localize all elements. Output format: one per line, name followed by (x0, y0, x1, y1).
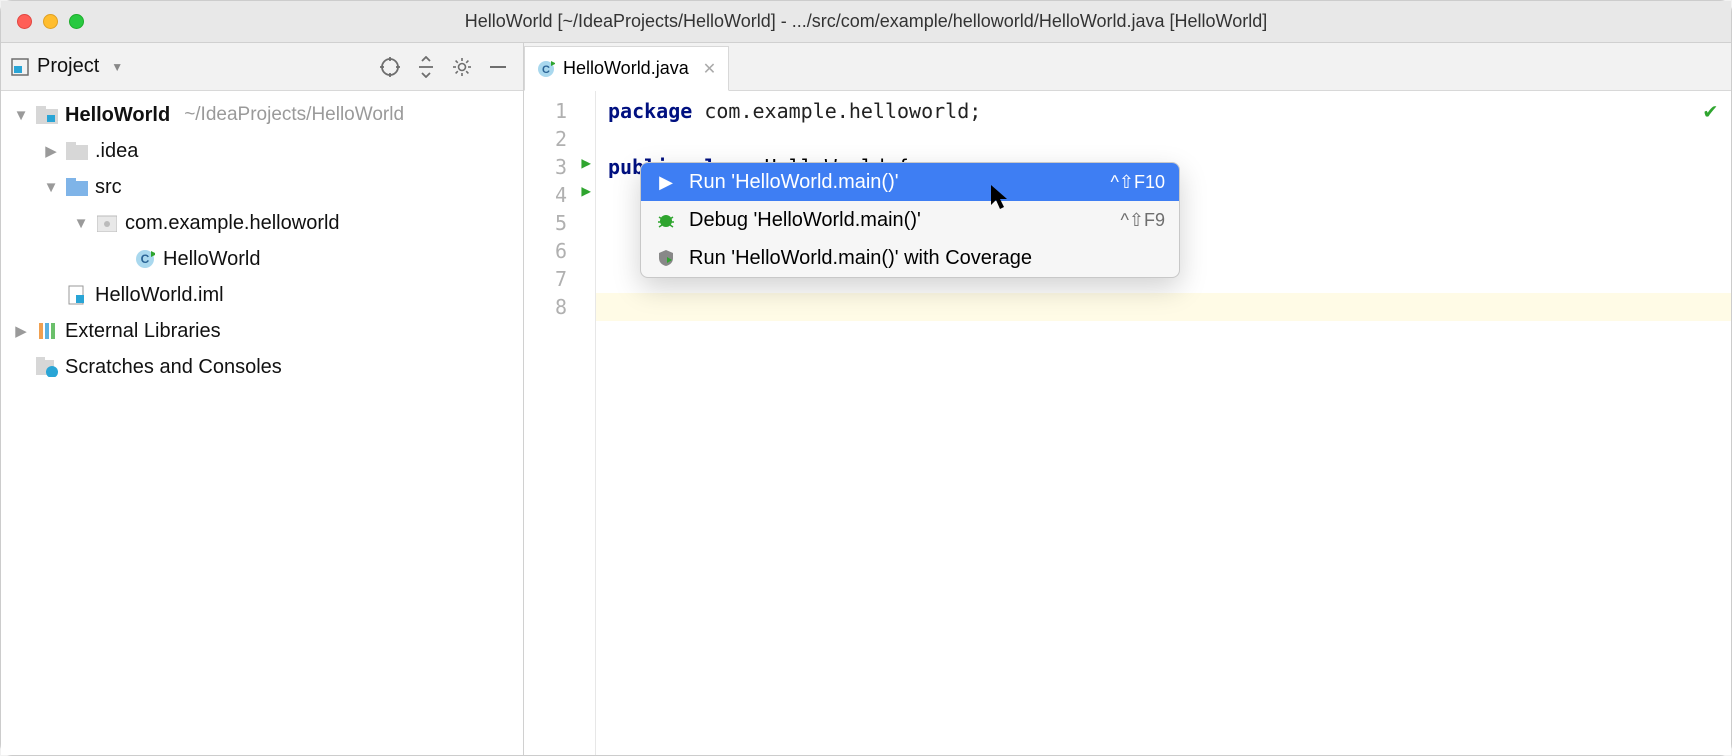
code-text: com.example.helloworld; (692, 99, 981, 123)
tree-item-idea[interactable]: ▶ .idea (1, 133, 523, 169)
libraries-icon (35, 321, 59, 341)
locate-icon[interactable] (375, 52, 405, 82)
line-number: 2 (524, 125, 567, 153)
line-number: 5 (524, 209, 567, 237)
java-class-icon: C (537, 60, 555, 78)
coverage-icon (655, 249, 677, 267)
svg-text:C: C (141, 252, 150, 266)
tree-item-label: Scratches and Consoles (65, 356, 282, 379)
java-class-icon: C (133, 249, 157, 269)
mouse-cursor-icon (991, 185, 1011, 211)
package-icon (95, 213, 119, 233)
line-number: 6 (524, 237, 567, 265)
code-content[interactable]: package com.example.helloworld; public c… (596, 91, 1731, 755)
window-minimize-button[interactable] (43, 14, 58, 29)
code-keyword: package (608, 99, 692, 123)
arrow-down-icon: ▼ (73, 215, 89, 232)
tree-root[interactable]: ▼ HelloWorld ~/IdeaProjects/HelloWorld (1, 97, 523, 133)
menu-item-label: Run 'HelloWorld.main()' with Coverage (689, 247, 1165, 270)
run-gutter-icon[interactable]: ▶ (581, 181, 591, 200)
project-panel-label: Project (37, 55, 99, 78)
expand-collapse-icon[interactable] (411, 52, 441, 82)
bug-icon (655, 211, 677, 229)
tree-root-label: HelloWorld (65, 104, 170, 127)
arrow-right-icon: ▶ (13, 322, 29, 340)
iml-file-icon (65, 285, 89, 305)
menu-item-label: Debug 'HelloWorld.main()' (689, 209, 1108, 232)
folder-icon (65, 141, 89, 161)
project-icon (11, 58, 29, 76)
editor-tab-label: HelloWorld.java (563, 58, 689, 79)
inspection-ok-icon[interactable]: ✔ (1704, 99, 1717, 124)
run-icon: ▶ (655, 172, 677, 193)
menu-item-shortcut: ^⇧F10 (1110, 172, 1165, 193)
tree-item-scratches[interactable]: Scratches and Consoles (1, 349, 523, 385)
line-number: 1 (524, 97, 567, 125)
line-number: 8 (524, 293, 567, 321)
project-panel: Project ▼ ▼ HelloWorld (1, 43, 524, 755)
editor-tab[interactable]: C HelloWorld.java ✕ (524, 46, 729, 91)
tree-item-iml[interactable]: HelloWorld.iml (1, 277, 523, 313)
tree-item-external-libraries[interactable]: ▶ External Libraries (1, 313, 523, 349)
svg-text:C: C (542, 64, 550, 76)
menu-item-label: Run 'HelloWorld.main()' (689, 171, 1098, 194)
project-panel-title[interactable]: Project ▼ (11, 55, 123, 78)
tree-item-label: External Libraries (65, 320, 221, 343)
arrow-right-icon: ▶ (43, 142, 59, 160)
code-editor[interactable]: 1 2 3 4 5 6 7 8 ▶ ▶ package com.example.… (524, 91, 1731, 755)
editor-gutter: 1 2 3 4 5 6 7 8 ▶ ▶ (524, 91, 596, 755)
menu-item-shortcut: ^⇧F9 (1120, 210, 1165, 231)
tree-item-label: com.example.helloworld (125, 212, 340, 235)
arrow-down-icon: ▼ (43, 179, 59, 196)
chevron-down-icon: ▼ (111, 60, 123, 74)
editor-area: C HelloWorld.java ✕ 1 2 3 4 5 6 7 8 ▶ ▶ (524, 43, 1731, 755)
tree-item-class[interactable]: C HelloWorld (1, 241, 523, 277)
project-panel-header: Project ▼ (1, 43, 523, 91)
window-close-button[interactable] (17, 14, 32, 29)
context-menu: ▶ Run 'HelloWorld.main()' ^⇧F10 Debug 'H… (640, 162, 1180, 278)
arrow-down-icon: ▼ (13, 107, 29, 124)
menu-item-run-coverage[interactable]: Run 'HelloWorld.main()' with Coverage (641, 239, 1179, 277)
tree-root-path: ~/IdeaProjects/HelloWorld (184, 104, 404, 126)
menu-item-debug[interactable]: Debug 'HelloWorld.main()' ^⇧F9 (641, 201, 1179, 239)
run-gutter-icon[interactable]: ▶ (581, 153, 591, 172)
line-number: 4 (524, 181, 567, 209)
tree-item-src[interactable]: ▼ src (1, 169, 523, 205)
tab-close-icon[interactable]: ✕ (703, 59, 716, 79)
module-folder-icon (35, 105, 59, 125)
tree-item-label: src (95, 176, 122, 199)
scratches-icon (35, 357, 59, 377)
window-title: HelloWorld [~/IdeaProjects/HelloWorld] -… (465, 11, 1267, 32)
window-maximize-button[interactable] (69, 14, 84, 29)
tree-item-label: HelloWorld.iml (95, 284, 224, 307)
editor-tabbar: C HelloWorld.java ✕ (524, 43, 1731, 91)
titlebar: HelloWorld [~/IdeaProjects/HelloWorld] -… (1, 1, 1731, 43)
source-folder-icon (65, 177, 89, 197)
gear-icon[interactable] (447, 52, 477, 82)
project-tree: ▼ HelloWorld ~/IdeaProjects/HelloWorld ▶… (1, 91, 523, 385)
tree-item-package[interactable]: ▼ com.example.helloworld (1, 205, 523, 241)
line-number: 3 (524, 153, 567, 181)
tree-item-label: .idea (95, 140, 138, 163)
menu-item-run[interactable]: ▶ Run 'HelloWorld.main()' ^⇧F10 (641, 163, 1179, 201)
line-number: 7 (524, 265, 567, 293)
tree-item-label: HelloWorld (163, 248, 260, 271)
traffic-lights (17, 14, 84, 29)
hide-panel-icon[interactable] (483, 52, 513, 82)
main-area: Project ▼ ▼ HelloWorld (1, 43, 1731, 755)
